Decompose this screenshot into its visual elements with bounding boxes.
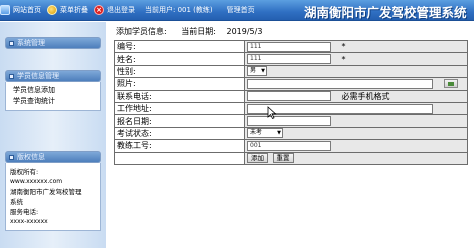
date-label: 当前日期: bbox=[181, 27, 216, 36]
top-bar: 网站首页 菜单折叠 × 退出登录 当前用户: 001 (教练) 管理首页 湖南衡… bbox=[0, 0, 474, 21]
nav-logout-label: 退出登录 bbox=[107, 6, 135, 14]
reset-button[interactable]: 重置 bbox=[272, 153, 294, 164]
number-label: 编号: bbox=[114, 39, 245, 54]
main-content: 添加学员信息: 当前日期: 2019/5/3 编号: 111 * 姓名: 111… bbox=[114, 24, 470, 165]
browse-image-icon[interactable] bbox=[443, 79, 458, 89]
page-title: 添加学员信息: bbox=[116, 27, 167, 36]
exam-status-label: 考试状态: bbox=[114, 126, 245, 141]
exit-icon: × bbox=[94, 5, 104, 15]
student-form: 编号: 111 * 姓名: 111 * 性别: 男 ▼ 照片: 联系电话: 必需… bbox=[114, 39, 468, 165]
copyright-owner-label: 版权所有: bbox=[10, 168, 39, 176]
panel-copyright-title: 版权信息 bbox=[17, 153, 45, 161]
form-row-signup-date: 报名日期: bbox=[114, 114, 468, 128]
form-row-address: 工作地址: bbox=[114, 101, 468, 116]
nav-home-link[interactable]: 网站首页 bbox=[0, 5, 41, 15]
form-row-exam-status: 考试状态: 未考 ▼ bbox=[114, 126, 468, 141]
form-row-name: 姓名: 111 * bbox=[114, 52, 468, 66]
panel-student-mgmt-body: 学员信息添加 学员查询统计 bbox=[5, 82, 101, 111]
sidebar-item-query-stats[interactable]: 学员查询统计 bbox=[10, 96, 96, 107]
name-label: 姓名: bbox=[114, 52, 245, 66]
form-row-gender: 性别: 男 ▼ bbox=[114, 64, 468, 79]
address-label: 工作地址: bbox=[114, 101, 245, 116]
panel-student-mgmt: 学员信息管理 学员信息添加 学员查询统计 bbox=[5, 70, 101, 111]
panel-copyright-header: 版权信息 bbox=[5, 151, 101, 163]
signup-date-label: 报名日期: bbox=[114, 114, 245, 128]
nav-logout-link[interactable]: × 退出登录 bbox=[94, 5, 135, 15]
dropdown-arrow-icon: ▼ bbox=[277, 130, 281, 137]
bullet-icon bbox=[9, 154, 14, 160]
form-row-number: 编号: 111 * bbox=[114, 39, 468, 54]
phone-label: 联系电话: bbox=[114, 89, 245, 103]
gender-select[interactable]: 男 ▼ bbox=[247, 66, 267, 77]
bullet-icon bbox=[9, 40, 14, 46]
nav-collapse-menu-link[interactable]: 菜单折叠 bbox=[47, 5, 88, 15]
date-value: 2019/5/3 bbox=[226, 27, 263, 36]
form-row-photo: 照片: bbox=[114, 77, 468, 91]
copyright-website: www.xxxxxx.com bbox=[10, 178, 63, 185]
name-input[interactable]: 111 bbox=[247, 54, 331, 65]
panel-system-mgmt-header[interactable]: 系统管理 bbox=[5, 37, 101, 49]
panel-student-mgmt-title: 学员信息管理 bbox=[17, 72, 59, 80]
nav-collapse-menu-label: 菜单折叠 bbox=[60, 6, 88, 14]
number-input[interactable]: 111 bbox=[247, 41, 331, 52]
form-row-phone: 联系电话: 必需手机格式 bbox=[114, 89, 468, 103]
mgmt-home-link[interactable]: 管理首页 bbox=[227, 5, 255, 15]
service-phone-label: 服务电话: bbox=[10, 208, 39, 216]
exam-status-select[interactable]: 未考 ▼ bbox=[247, 128, 283, 139]
signup-date-input[interactable] bbox=[247, 116, 331, 127]
service-phone: xxxx-xxxxxx bbox=[10, 218, 48, 225]
coach-id-input[interactable]: 001 bbox=[247, 140, 331, 151]
home-icon bbox=[0, 5, 10, 15]
sidebar: 系统管理 学员信息管理 学员信息添加 学员查询统计 版权信息 版权所有: www… bbox=[0, 22, 106, 248]
top-nav: 网站首页 菜单折叠 × 退出登录 当前用户: 001 (教练) 管理首页 bbox=[0, 3, 255, 17]
photo-file-input[interactable] bbox=[247, 78, 433, 89]
current-user: 当前用户: 001 (教练) bbox=[145, 6, 213, 14]
phone-input[interactable] bbox=[247, 91, 331, 102]
add-button[interactable]: 添加 bbox=[247, 153, 268, 164]
form-row-coach-id: 教练工号: 001 bbox=[114, 139, 468, 153]
panel-system-mgmt-title: 系统管理 bbox=[17, 39, 45, 47]
coach-id-label: 教练工号: bbox=[114, 139, 245, 153]
sidebar-item-add-student[interactable]: 学员信息添加 bbox=[10, 85, 96, 96]
panel-student-mgmt-header[interactable]: 学员信息管理 bbox=[5, 70, 101, 82]
copyright-owner-name: 湖南衡阳市广发驾校管理 bbox=[10, 188, 82, 196]
gender-label: 性别: bbox=[114, 64, 245, 79]
name-required-mark: * bbox=[341, 54, 346, 64]
copyright-owner-name-cont: 系统 bbox=[10, 198, 23, 206]
gender-selected-value: 男 bbox=[250, 67, 257, 75]
panel-copyright: 版权信息 版权所有: www.xxxxxx.com 湖南衡阳市广发驾校管理 系统… bbox=[5, 151, 101, 231]
mouse-cursor-icon bbox=[267, 106, 277, 120]
number-required-mark: * bbox=[341, 42, 346, 52]
site-title: 湖南衡阳市广发驾校管理系统 bbox=[304, 5, 467, 20]
exam-status-selected-value: 未考 bbox=[250, 129, 263, 137]
panel-system-mgmt: 系统管理 bbox=[5, 37, 101, 49]
bullet-icon bbox=[9, 73, 14, 79]
form-row-buttons: 添加 重置 bbox=[114, 151, 468, 165]
phone-format-hint: 必需手机格式 bbox=[341, 91, 390, 101]
photo-label: 照片: bbox=[114, 77, 245, 91]
panel-copyright-body: 版权所有: www.xxxxxx.com 湖南衡阳市广发驾校管理 系统 服务电话… bbox=[5, 163, 101, 231]
menu-icon bbox=[47, 5, 57, 15]
page-header: 添加学员信息: 当前日期: 2019/5/3 bbox=[114, 24, 470, 40]
nav-home-label: 网站首页 bbox=[13, 6, 41, 14]
dropdown-arrow-icon: ▼ bbox=[261, 68, 265, 75]
